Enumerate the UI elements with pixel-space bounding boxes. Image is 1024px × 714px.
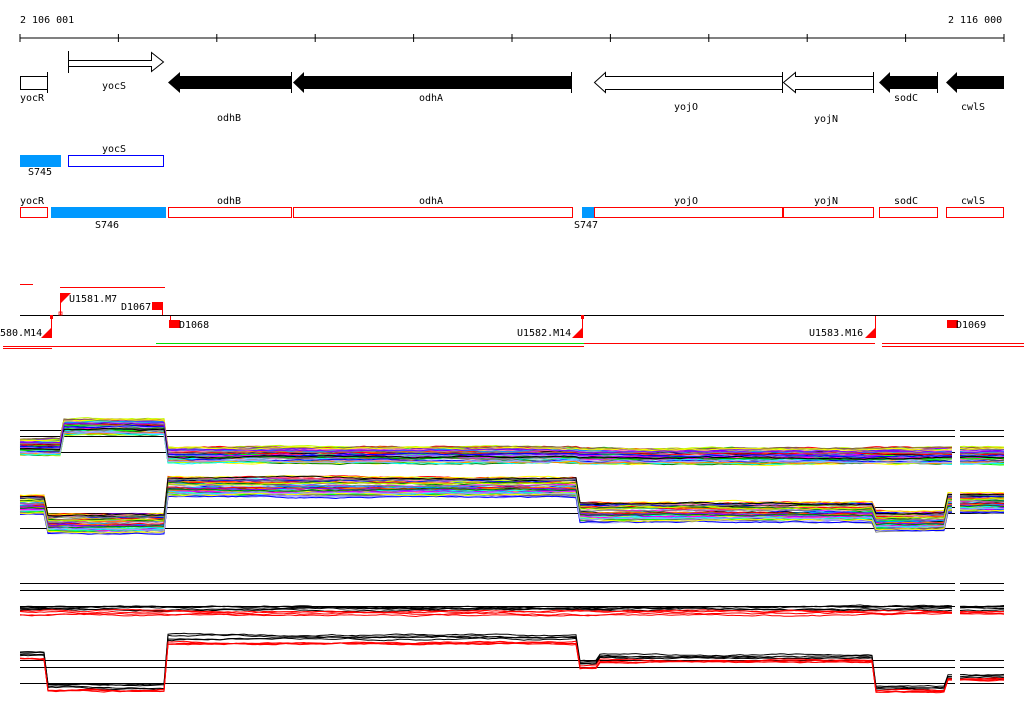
segment-yocR[interactable]	[20, 207, 48, 218]
feature-u1581[interactable]: U1581.M7	[58, 293, 117, 316]
feature-u1583[interactable]: U1583.M16	[809, 316, 876, 339]
feature-label: D1069	[956, 320, 986, 331]
feature-d1067[interactable]: D1067	[121, 302, 163, 315]
gene-cwlS[interactable]: cwlS	[946, 72, 1004, 113]
plot-1-traces	[19, 417, 1005, 467]
segment-label: sodC	[894, 196, 918, 207]
gene-yojO[interactable]: yojO	[593, 71, 783, 113]
gene-odhB[interactable]: odhB	[168, 72, 292, 124]
segment-S745[interactable]	[20, 155, 61, 167]
segment-S746[interactable]	[51, 207, 166, 218]
feature-u1582[interactable]: U1582.M14	[517, 315, 584, 339]
gene-label: sodC	[894, 93, 918, 104]
genome-browser-canvas: 2 106 001 2 116 000 yocR yocS odhB odhA	[0, 15, 1024, 700]
feature-label: U1582.M14	[517, 328, 571, 339]
feature-label: D1067	[121, 302, 151, 313]
feature-label: D1068	[179, 320, 209, 331]
segment-label: S747	[574, 220, 598, 231]
feature-u1580[interactable]: 580.M14	[0, 315, 53, 339]
feature-label: 580.M14	[0, 328, 42, 339]
segment-label: odhB	[217, 196, 241, 207]
segment-odhA[interactable]	[293, 207, 573, 218]
segment-label: S745	[28, 167, 52, 178]
segment-label: yocS	[102, 144, 126, 155]
feature-label: U1581.M7	[69, 294, 117, 305]
segment-odhB[interactable]	[168, 207, 292, 218]
transcript-lines	[3, 343, 1024, 349]
plot-4-red-traces	[19, 640, 1005, 694]
segment-S747[interactable]	[582, 207, 594, 218]
segment-yojO[interactable]	[594, 207, 783, 218]
plot-2-traces	[19, 475, 1005, 536]
gene-label: odhB	[217, 113, 241, 124]
segment-cwlS[interactable]	[946, 207, 1004, 218]
segment-track-lower: yocR S746 odhB odhA S747 yojO yojN sodC …	[20, 196, 1004, 231]
segment-label: yojN	[814, 196, 838, 207]
gene-track: yocR yocS odhB odhA yojO yojN sodC cwlS	[20, 51, 1004, 125]
gene-label: cwlS	[961, 102, 985, 113]
gene-label: yojO	[674, 102, 698, 113]
gene-odhA[interactable]: odhA	[293, 72, 572, 104]
feature-d1069[interactable]: D1069	[947, 320, 986, 331]
gene-yojN[interactable]: yojN	[782, 71, 874, 125]
gene-sodC[interactable]: sodC	[879, 72, 938, 104]
gene-label: yocS	[102, 81, 126, 92]
segment-label: odhA	[419, 196, 443, 207]
gene-yocR[interactable]: yocR	[20, 72, 48, 104]
feature-d1068[interactable]: D1068	[169, 316, 209, 331]
plot-gap	[955, 400, 960, 700]
expression-plots	[19, 400, 1005, 700]
segment-sodC[interactable]	[879, 207, 938, 218]
gene-label: yocR	[20, 93, 45, 104]
segment-yocS[interactable]	[68, 155, 164, 167]
segment-track-upper: S745 yocS	[20, 144, 164, 178]
segment-label: yocR	[20, 196, 45, 207]
gene-label: odhA	[419, 93, 443, 104]
gene-label: yojN	[814, 114, 838, 125]
ruler-end-label: 2 116 000	[948, 15, 1002, 26]
segment-yojN[interactable]	[783, 207, 874, 218]
segment-label: S746	[95, 220, 119, 231]
ruler-start-label: 2 106 001	[20, 15, 74, 26]
feature-track: 580.M14 U1581.M7 D1067 D1068 U1582.M14 U…	[0, 284, 1024, 349]
segment-label: yojO	[674, 196, 698, 207]
feature-label: U1583.M16	[809, 328, 863, 339]
coordinate-ruler: 2 106 001 2 116 000	[19, 15, 1005, 42]
gene-yocS[interactable]: yocS	[68, 51, 165, 92]
segment-label: cwlS	[961, 196, 985, 207]
plot-3-red-traces	[19, 608, 1005, 618]
